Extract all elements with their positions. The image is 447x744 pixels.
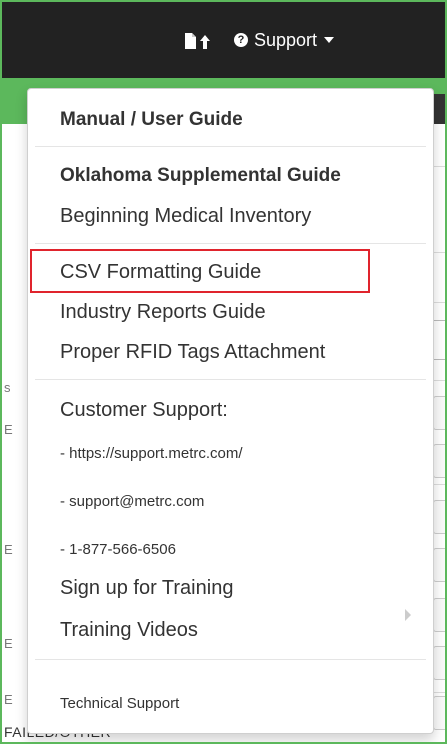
menu-item-training-signup[interactable]: Sign up for Training: [28, 577, 433, 600]
bg-char: s: [4, 380, 11, 395]
highlight-box: [30, 249, 370, 293]
app-frame: ?Support d s E E E E FAILED/OTHER Manual…: [0, 0, 447, 744]
background-input[interactable]: [433, 548, 445, 582]
menu-divider: [35, 146, 426, 147]
file-upload-button[interactable]: [178, 24, 218, 56]
background-input[interactable]: [433, 500, 445, 534]
background-input[interactable]: [433, 444, 445, 478]
top-navbar: ? Support: [2, 2, 445, 78]
chevron-right-icon: [405, 609, 411, 621]
menu-item-oklahoma-guide[interactable]: Oklahoma Supplemental Guide: [28, 165, 433, 187]
caret-down-icon: [324, 37, 335, 44]
support-label: Support: [254, 30, 318, 50]
menu-item-technical-support[interactable]: Technical Support: [28, 695, 433, 712]
menu-item-rfid-tags[interactable]: Proper RFID Tags Attachment: [28, 341, 433, 364]
background-input[interactable]: [433, 696, 445, 730]
menu-item-training-videos[interactable]: Training Videos: [28, 619, 433, 642]
menu-item-manual[interactable]: Manual / User Guide: [28, 109, 433, 131]
file-upload-icon: [185, 33, 210, 50]
question-circle-icon: ?: [234, 32, 248, 47]
bg-char: E: [4, 636, 13, 651]
bg-char: E: [4, 422, 13, 437]
menu-item-support-email[interactable]: - support@metrc.com: [28, 493, 433, 510]
background-input[interactable]: [433, 396, 445, 430]
menu-item-support-phone[interactable]: - 1-877-566-6506: [28, 541, 433, 558]
bg-char: E: [4, 542, 13, 557]
menu-divider: [35, 659, 426, 660]
menu-item-customer-support: Customer Support:: [60, 399, 228, 421]
menu-divider: [35, 243, 426, 244]
background-input[interactable]: [433, 598, 445, 632]
support-menu-toggle[interactable]: ? Support: [234, 24, 414, 56]
menu-item-support-url[interactable]: - https://support.metrc.com/: [28, 445, 433, 462]
menu-item-beginning-inventory[interactable]: Beginning Medical Inventory: [28, 205, 433, 228]
menu-divider: [35, 379, 426, 380]
menu-item-industry-reports[interactable]: Industry Reports Guide: [28, 301, 433, 324]
support-dropdown-menu: Manual / User Guide Oklahoma Supplementa…: [27, 88, 434, 734]
bg-char: E: [4, 692, 13, 707]
background-input[interactable]: [433, 646, 445, 680]
